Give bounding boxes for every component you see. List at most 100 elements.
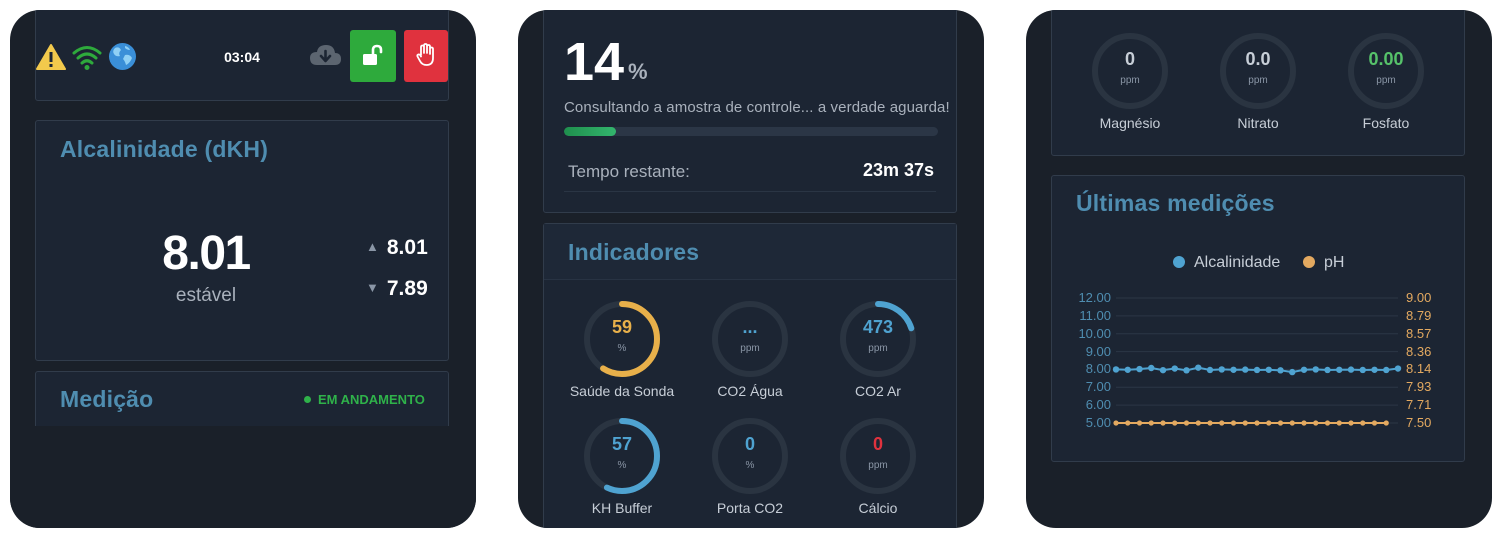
data-point[interactable] — [1277, 367, 1284, 374]
gauge-unit: % — [617, 460, 627, 471]
data-point[interactable] — [1195, 420, 1201, 426]
gauge-label: Magnésio — [1099, 115, 1161, 131]
data-point[interactable] — [1148, 420, 1154, 426]
gauge-track — [1348, 33, 1424, 109]
data-point[interactable] — [1348, 420, 1354, 426]
data-point[interactable] — [1230, 420, 1237, 426]
gauge-unit: % — [745, 460, 755, 471]
alkalinity-max-value: 8.01 — [386, 236, 428, 259]
data-point[interactable] — [1312, 366, 1319, 373]
gauge: 0 ppm — [838, 416, 918, 496]
gauge-ring — [1092, 33, 1168, 109]
remaining-time-label: Tempo restante: — [568, 162, 690, 181]
data-point[interactable] — [1171, 365, 1178, 372]
data-point[interactable] — [1172, 420, 1178, 426]
data-point[interactable] — [1336, 420, 1342, 426]
data-point[interactable] — [1359, 366, 1366, 374]
divider — [564, 191, 936, 192]
data-point[interactable] — [1136, 365, 1143, 373]
gauge-label: Cálcio — [858, 500, 898, 516]
gauge-ring — [712, 301, 788, 377]
data-point[interactable] — [1206, 366, 1214, 374]
gauge: 59% — [582, 299, 662, 379]
data-point[interactable] — [1301, 420, 1307, 426]
unlock-button[interactable] — [350, 30, 396, 82]
data-point[interactable] — [1242, 366, 1249, 373]
data-point[interactable] — [1112, 366, 1120, 373]
data-point[interactable] — [1254, 420, 1260, 426]
data-point[interactable] — [1300, 366, 1308, 373]
gauge-value: ... — [742, 317, 758, 337]
data-point[interactable] — [1383, 366, 1390, 374]
data-point[interactable] — [1313, 420, 1319, 426]
screen-measurements: 0 ppm Magnésio 0.0 ppm Nitrato 0.00 ppm Fosfato … — [1026, 10, 1492, 528]
gauge-ring — [840, 418, 916, 494]
data-point[interactable] — [1324, 366, 1331, 374]
data-point[interactable] — [1394, 365, 1402, 372]
data-point[interactable] — [1371, 366, 1378, 373]
gauge-label: CO2 Ar — [855, 383, 901, 399]
status-dot-icon — [304, 396, 311, 403]
gauge-label: KH Buffer — [591, 500, 653, 516]
gauge-unit: ppm — [868, 343, 888, 354]
alkalinity-min: ▼ 7.89 — [366, 277, 428, 301]
data-point[interactable] — [1113, 420, 1119, 426]
data-point[interactable] — [1266, 420, 1272, 426]
gauge: 0.0 ppm — [1218, 31, 1298, 111]
globe-icon — [108, 42, 137, 76]
data-point[interactable] — [1148, 364, 1155, 372]
data-point[interactable] — [1324, 420, 1331, 426]
data-point[interactable] — [1124, 366, 1131, 373]
data-point[interactable] — [1207, 420, 1213, 426]
progress-card: 14 % Consultando a amostra de controle..… — [543, 10, 957, 213]
gauge-value: 0.00 — [1368, 49, 1404, 69]
alkalinity-trend: estável — [175, 285, 237, 306]
data-point[interactable] — [1289, 420, 1295, 426]
data-point[interactable] — [1230, 366, 1237, 373]
cloud-download-icon[interactable] — [308, 41, 342, 74]
clock-time: 03:04 — [224, 49, 260, 65]
progress-bar-fill — [564, 127, 617, 136]
gauge: ... ppm — [710, 299, 790, 379]
gauge-track — [840, 418, 916, 494]
data-point[interactable] — [1253, 366, 1261, 374]
emergency-stop-button[interactable] — [404, 30, 448, 82]
data-point[interactable] — [1218, 366, 1225, 373]
wifi-icon — [72, 43, 102, 76]
screen-alkalinity: 03:04 Alcalinidade (dKH) 8.01 estável ▲ 8… — [10, 10, 476, 528]
data-point[interactable] — [1336, 366, 1343, 373]
gauge-track — [1092, 33, 1168, 109]
gauge: 473 ppm — [838, 299, 918, 379]
gauge-ring — [1220, 33, 1296, 109]
progress-message: Consultando a amostra de controle... a v… — [564, 99, 950, 116]
data-point[interactable] — [1242, 420, 1248, 426]
alkalinity-max: ▲ 8.01 — [366, 236, 428, 260]
data-point[interactable] — [1183, 420, 1190, 426]
status-bar: 03:04 — [35, 10, 449, 101]
data-point[interactable] — [1265, 366, 1272, 373]
data-point[interactable] — [1125, 420, 1131, 426]
data-point[interactable] — [1347, 366, 1355, 373]
data-point[interactable] — [1183, 367, 1190, 374]
stop-hand-icon — [416, 43, 436, 72]
gauge: 0.00 ppm — [1346, 31, 1426, 111]
data-point[interactable] — [1195, 364, 1202, 371]
data-point[interactable] — [1219, 420, 1225, 426]
gauge-ring — [1348, 33, 1424, 109]
data-point[interactable] — [1289, 368, 1296, 376]
data-point[interactable] — [1360, 420, 1366, 426]
remaining-time-value: 23m 37s — [862, 160, 934, 180]
gauge-ring — [840, 301, 916, 377]
data-point[interactable] — [1159, 366, 1167, 374]
indicators-header: Indicadores — [544, 224, 956, 280]
data-point[interactable] — [1136, 420, 1143, 426]
status-badge-label: EM ANDAMENTO — [318, 392, 425, 407]
data-point[interactable] — [1383, 420, 1389, 426]
data-point[interactable] — [1371, 420, 1378, 426]
gauge-value: 0 — [872, 434, 883, 454]
gauge-label: Porta CO2 — [716, 500, 784, 516]
data-point[interactable] — [1277, 420, 1284, 426]
triangle-down-icon: ▼ — [366, 280, 379, 295]
data-point[interactable] — [1160, 420, 1166, 426]
gauge-value: 59 — [611, 317, 633, 337]
